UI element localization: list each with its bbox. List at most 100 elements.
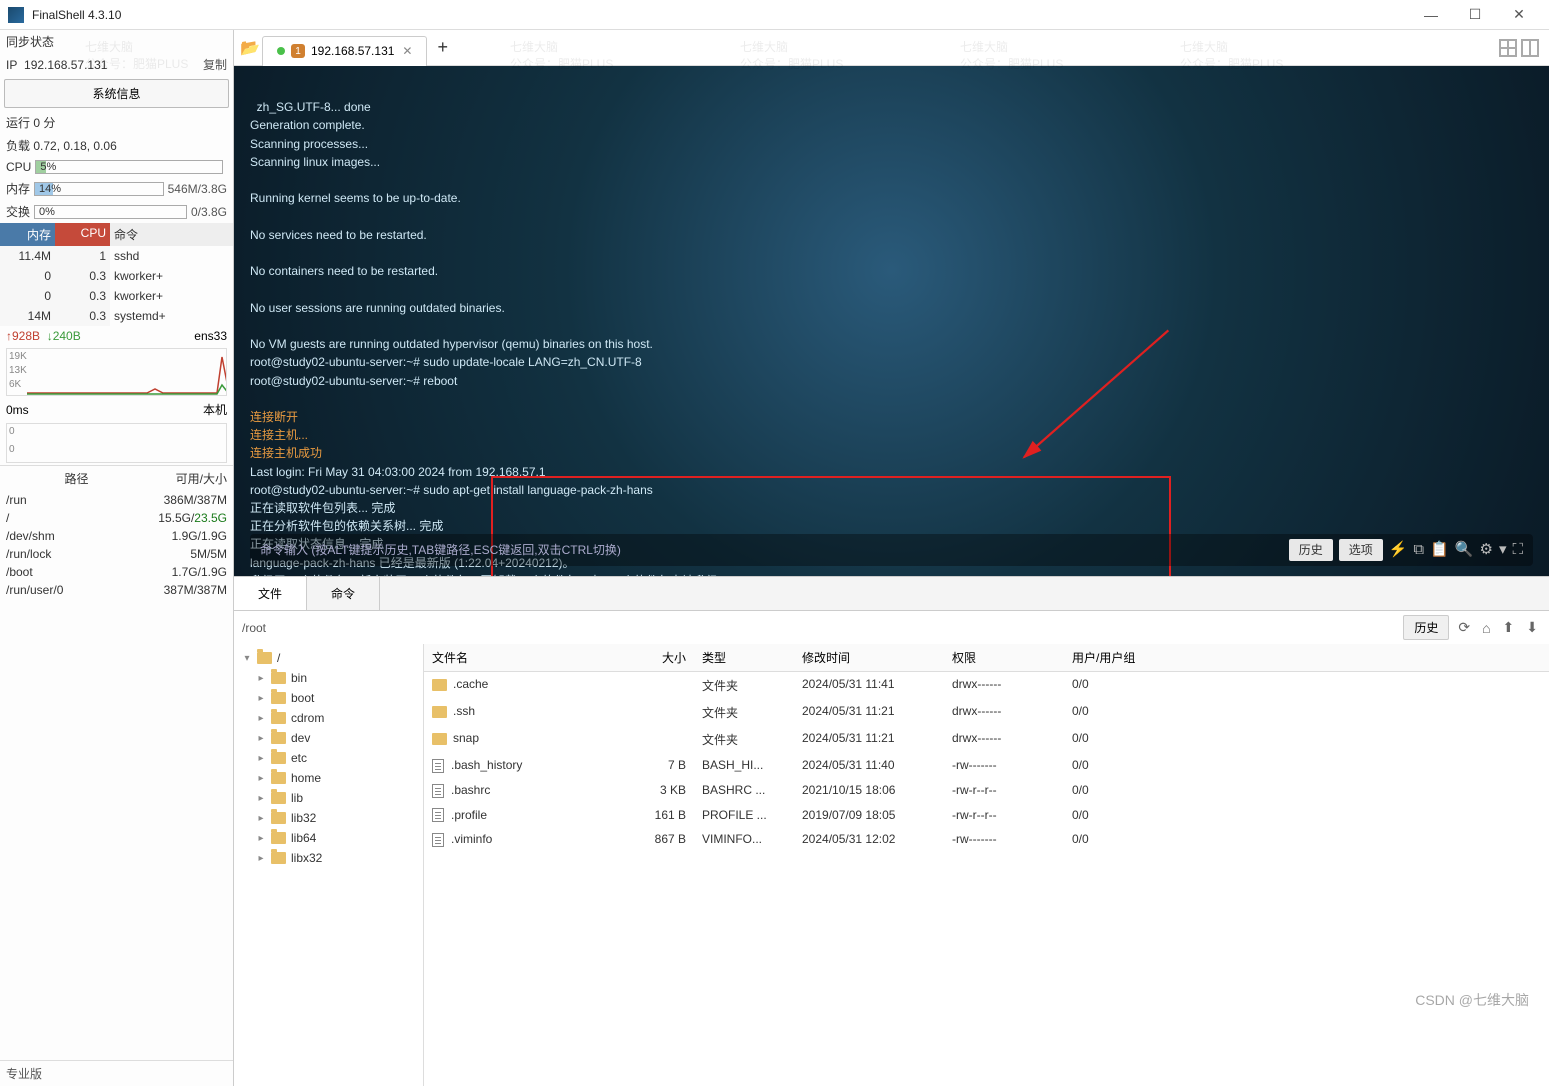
folder-icon <box>271 732 286 744</box>
home-icon[interactable]: ⌂ <box>1479 620 1493 636</box>
file-row[interactable]: .bashrc3 KBBASHRC ...2021/10/15 18:06-rw… <box>424 778 1549 803</box>
command-input-bar[interactable]: 命令输入 (按ALT键提示历史,TAB键路径,ESC键返回,双击CTRL切换) … <box>250 534 1533 566</box>
mem-value: 546M/3.8G <box>168 182 227 196</box>
search-icon[interactable]: 🔍 <box>1455 540 1474 560</box>
fullscreen-icon[interactable]: ⛶ <box>1512 540 1523 560</box>
file-icon <box>432 808 444 822</box>
right-panel: 📂 1 192.168.57.131 ✕ + zh_SG.UTF-8... do… <box>234 30 1549 1086</box>
proc-header: 内存CPU命令 <box>0 223 233 246</box>
mem-label: 内存 <box>6 180 30 197</box>
edition-label: 专业版 <box>0 1060 233 1086</box>
disk-header: 路径可用/大小 <box>0 465 233 491</box>
net-graph: 19K 13K 6K <box>6 348 227 396</box>
ip-value: 192.168.57.131 <box>24 58 107 72</box>
proc-row[interactable]: 14M0.3systemd+ <box>0 306 233 326</box>
sysinfo-button[interactable]: 系统信息 <box>4 79 229 108</box>
file-row[interactable]: .viminfo867 BVIMINFO...2024/05/31 12:02-… <box>424 827 1549 852</box>
layout-views <box>1499 39 1549 57</box>
tab-files[interactable]: 文件 <box>234 577 307 610</box>
mem-bar: 14% <box>34 182 164 196</box>
current-path[interactable]: /root <box>242 621 1397 635</box>
file-row[interactable]: .ssh文件夹2024/05/31 11:21drwx------0/0 <box>424 699 1549 726</box>
session-tab[interactable]: 1 192.168.57.131 ✕ <box>262 36 427 66</box>
disk-row[interactable]: /boot1.7G/1.9G <box>0 563 233 581</box>
minimize-button[interactable]: — <box>1409 1 1453 29</box>
terminal[interactable]: zh_SG.UTF-8... done Generation complete.… <box>234 66 1549 576</box>
tree-node[interactable]: ▸lib <box>238 788 419 808</box>
sync-status-label: 同步状态 <box>6 33 54 50</box>
net-down: ↓240B <box>47 329 81 343</box>
file-list: 文件名大小类型修改时间权限用户/用户组 .cache文件夹2024/05/31 … <box>424 644 1549 1086</box>
tree-node[interactable]: ▸etc <box>238 748 419 768</box>
folder-icon <box>271 712 286 724</box>
folder-icon <box>271 772 286 784</box>
tree-node[interactable]: ▾/ <box>238 648 419 668</box>
folder-icon <box>432 706 447 718</box>
latency: 0ms <box>6 403 29 417</box>
copy-icon[interactable]: ⧉ <box>1413 540 1424 560</box>
local-label: 本机 <box>203 401 227 418</box>
upload-icon[interactable]: ⬆ <box>1500 619 1518 636</box>
file-icon <box>432 833 444 847</box>
tab-label: 192.168.57.131 <box>311 44 394 58</box>
cpu-label: CPU <box>6 160 31 174</box>
swap-bar: 0% <box>34 205 187 219</box>
uptime: 运行 0 分 <box>6 114 55 131</box>
maximize-button[interactable]: ☐ <box>1453 1 1497 29</box>
disk-row[interactable]: /run/lock5M/5M <box>0 545 233 563</box>
tree-node[interactable]: ▸cdrom <box>238 708 419 728</box>
refresh-icon[interactable]: ⟳ <box>1455 619 1473 636</box>
folder-icon <box>271 832 286 844</box>
load-values: 0.72, 0.18, 0.06 <box>33 139 116 153</box>
cpu-bar: 5% <box>35 160 223 174</box>
disk-row[interactable]: /run386M/387M <box>0 491 233 509</box>
swap-value: 0/3.8G <box>191 205 227 219</box>
file-list-header[interactable]: 文件名大小类型修改时间权限用户/用户组 <box>424 644 1549 672</box>
view-split-icon[interactable] <box>1521 39 1539 57</box>
file-row[interactable]: snap文件夹2024/05/31 11:21drwx------0/0 <box>424 726 1549 753</box>
tree-node[interactable]: ▸libx32 <box>238 848 419 868</box>
proc-row[interactable]: 11.4M1sshd <box>0 246 233 266</box>
titlebar: FinalShell 4.3.10 — ☐ ✕ <box>0 0 1549 30</box>
expand-icon[interactable]: ▾ <box>1499 540 1507 560</box>
tree-node[interactable]: ▸dev <box>238 728 419 748</box>
folder-icon <box>271 692 286 704</box>
tree-node[interactable]: ▸lib32 <box>238 808 419 828</box>
disk-row[interactable]: /15.5G/23.5G <box>0 509 233 527</box>
view-grid-icon[interactable] <box>1499 39 1517 57</box>
tab-close-icon[interactable]: ✕ <box>402 44 412 58</box>
file-icon <box>432 784 444 798</box>
proc-row[interactable]: 00.3kworker+ <box>0 286 233 306</box>
bolt-icon[interactable]: ⚡ <box>1389 540 1408 560</box>
folder-icon <box>271 672 286 684</box>
tab-number: 1 <box>291 44 305 58</box>
file-tabs: 文件 命令 <box>234 576 1549 611</box>
cmd-placeholder: 命令输入 (按ALT键提示历史,TAB键路径,ESC键返回,双击CTRL切换) <box>260 542 621 558</box>
window-title: FinalShell 4.3.10 <box>32 8 1409 22</box>
folder-icon[interactable]: 📂 <box>238 36 262 60</box>
path-history-button[interactable]: 历史 <box>1403 615 1449 640</box>
close-button[interactable]: ✕ <box>1497 1 1541 29</box>
proc-row[interactable]: 00.3kworker+ <box>0 266 233 286</box>
file-row[interactable]: .cache文件夹2024/05/31 11:41drwx------0/0 <box>424 672 1549 699</box>
gear-icon[interactable]: ⚙ <box>1480 540 1493 560</box>
file-row[interactable]: .bash_history7 BBASH_HI...2024/05/31 11:… <box>424 753 1549 778</box>
tree-node[interactable]: ▸lib64 <box>238 828 419 848</box>
tab-commands[interactable]: 命令 <box>307 577 380 610</box>
new-tab-button[interactable]: + <box>437 37 448 58</box>
tree-node[interactable]: ▸bin <box>238 668 419 688</box>
copy-button[interactable]: 复制 <box>203 56 227 73</box>
paste-icon[interactable]: 📋 <box>1430 540 1449 560</box>
tree-node[interactable]: ▸home <box>238 768 419 788</box>
options-button[interactable]: 选项 <box>1339 539 1383 561</box>
disk-row[interactable]: /run/user/0387M/387M <box>0 581 233 599</box>
download-icon[interactable]: ⬇ <box>1523 619 1541 636</box>
history-button[interactable]: 历史 <box>1289 539 1333 561</box>
disk-row[interactable]: /dev/shm1.9G/1.9G <box>0 527 233 545</box>
net-up: ↑928B <box>6 329 40 343</box>
folder-icon <box>257 652 272 664</box>
tree-node[interactable]: ▸boot <box>238 688 419 708</box>
latency-graph: 0 0 <box>6 423 227 463</box>
folder-tree[interactable]: ▾/▸bin▸boot▸cdrom▸dev▸etc▸home▸lib▸lib32… <box>234 644 424 1086</box>
file-row[interactable]: .profile161 BPROFILE ...2019/07/09 18:05… <box>424 803 1549 828</box>
